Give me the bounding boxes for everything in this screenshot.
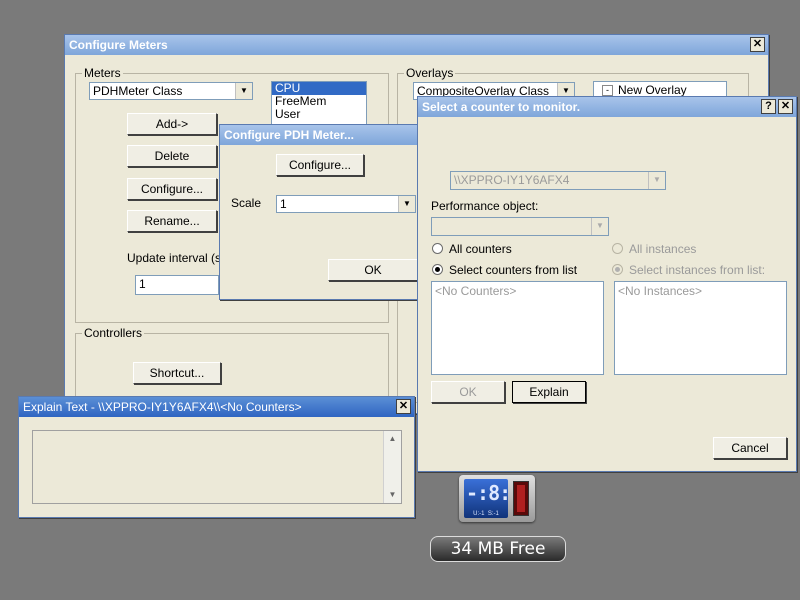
shortcut-button[interactable]: Shortcut... (133, 362, 221, 384)
window-title: Explain Text - \\XPPRO-IY1Y6AFX4\\<No Co… (23, 400, 302, 414)
scrollbar[interactable]: ▲ ▼ (383, 431, 401, 503)
select-counters-radio[interactable] (432, 264, 443, 275)
machine-value: \\XPPRO-IY1Y6AFX4 (454, 173, 570, 187)
performance-object-label: Performance object: (431, 199, 539, 213)
chevron-down-icon: ▼ (591, 218, 608, 235)
explain-button[interactable]: Explain (512, 381, 586, 403)
cpu-meter-subtext: U:-1 S:-1 (473, 511, 499, 517)
pdh-ok-button[interactable]: OK (328, 259, 418, 281)
explain-textarea[interactable]: ▲ ▼ (32, 430, 402, 504)
overlays-group-label: Overlays (404, 66, 456, 80)
all-instances-label[interactable]: All instances (629, 242, 696, 256)
free-memory-widget[interactable]: 34 MB Free (430, 536, 566, 562)
configure-meters-titlebar[interactable]: Configure Meters (65, 35, 768, 55)
scale-label: Scale (231, 196, 262, 210)
scale-value: 1 (280, 197, 287, 211)
chevron-down-icon: ▼ (648, 172, 665, 189)
close-icon[interactable]: ✕ (396, 399, 411, 414)
controllers-group-label: Controllers (82, 326, 145, 340)
all-instances-radio[interactable] (612, 243, 623, 254)
tree-item-new-overlay[interactable]: New Overlay (618, 83, 687, 97)
cpu-meter-display: -:8: U:-1 S:-1 (464, 479, 511, 518)
update-interval-value: 1 (139, 277, 146, 291)
all-counters-radio[interactable] (432, 243, 443, 254)
configure-pdh-meter-window: Configure PDH Meter... Configure... Scal… (219, 124, 419, 300)
no-counters-text: <No Counters> (435, 284, 517, 298)
machine-select[interactable]: \\XPPRO-IY1Y6AFX4 ▼ (450, 171, 666, 190)
window-title: Select a counter to monitor. (422, 100, 581, 114)
performance-object-select[interactable]: ▼ (431, 217, 609, 236)
help-icon[interactable]: ? (761, 99, 776, 114)
pdh-meter-titlebar[interactable]: Configure PDH Meter... (220, 125, 418, 145)
cancel-button[interactable]: Cancel (713, 437, 787, 459)
close-icon[interactable]: ✕ (778, 99, 793, 114)
counter-ok-button[interactable]: OK (431, 381, 505, 403)
minus-box-icon[interactable]: - (602, 85, 613, 96)
window-title: Configure Meters (69, 38, 168, 52)
meter-list[interactable]: CPU FreeMem User (271, 81, 367, 125)
cpu-meter-bar (513, 481, 529, 516)
rename-button[interactable]: Rename... (127, 210, 217, 232)
cpu-meter-widget[interactable]: -:8: U:-1 S:-1 (459, 475, 535, 522)
close-icon[interactable]: ✕ (750, 37, 765, 52)
counters-list[interactable]: <No Counters> (431, 281, 604, 375)
window-title: Configure PDH Meter... (224, 128, 355, 142)
update-interval-label: Update interval (sec (127, 251, 234, 265)
scroll-down-icon[interactable]: ▼ (384, 487, 401, 503)
no-instances-text: <No Instances> (618, 284, 703, 298)
cpu-meter-digits: -:8: (466, 481, 511, 505)
instances-list[interactable]: <No Instances> (614, 281, 787, 375)
explain-text-titlebar[interactable]: Explain Text - \\XPPRO-IY1Y6AFX4\\<No Co… (19, 397, 414, 417)
meter-class-value: PDHMeter Class (93, 84, 183, 98)
select-instances-radio[interactable] (612, 264, 623, 275)
all-counters-label[interactable]: All counters (449, 242, 512, 256)
meter-class-select[interactable]: PDHMeter Class ▼ (89, 82, 253, 100)
scroll-up-icon[interactable]: ▲ (384, 431, 401, 447)
cpu-meter-bar-fill (517, 485, 525, 512)
free-memory-text: 34 MB Free (450, 539, 546, 559)
scale-select[interactable]: 1 ▼ (276, 195, 416, 213)
explain-text-window: Explain Text - \\XPPRO-IY1Y6AFX4\\<No Co… (18, 396, 415, 518)
meters-group-label: Meters (82, 66, 123, 80)
select-counter-titlebar[interactable]: Select a counter to monitor. (418, 97, 796, 117)
select-counter-dialog: Select a counter to monitor. ? ✕ \\XPPRO… (417, 96, 797, 472)
select-instances-label[interactable]: Select instances from list: (629, 263, 765, 277)
chevron-down-icon[interactable]: ▼ (398, 196, 415, 212)
add-button[interactable]: Add-> (127, 113, 217, 135)
update-interval-input[interactable]: 1 (135, 275, 219, 295)
chevron-down-icon[interactable]: ▼ (235, 83, 252, 99)
list-item[interactable]: User (272, 108, 366, 121)
select-counters-label[interactable]: Select counters from list (449, 263, 577, 277)
pdh-configure-button[interactable]: Configure... (276, 154, 364, 176)
delete-button[interactable]: Delete (127, 145, 217, 167)
configure-button[interactable]: Configure... (127, 178, 217, 200)
